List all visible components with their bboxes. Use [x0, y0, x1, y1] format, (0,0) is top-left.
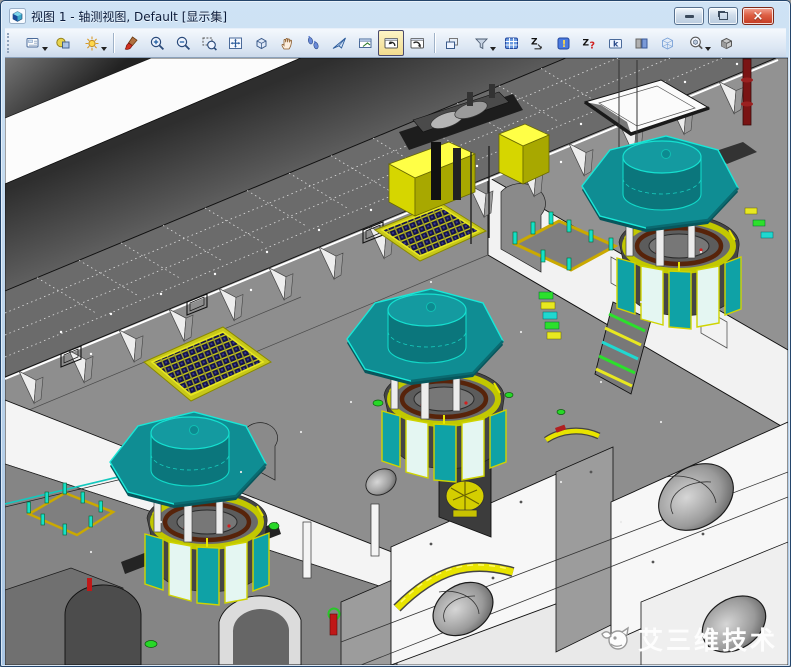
toolbar-button-view-cursor[interactable] — [352, 30, 378, 56]
yellow-box-2 — [499, 124, 549, 184]
minimize-button[interactable] — [674, 7, 704, 25]
toolbar-button-zoom-selected[interactable] — [680, 30, 713, 56]
toolbar-button-compare[interactable] — [628, 30, 654, 56]
axonometric-model-view[interactable] — [5, 58, 788, 665]
title-bar[interactable]: 视图 1 - 轴测视图, Default [显示集] × — [5, 4, 786, 28]
toolbar-button-arrange-views[interactable] — [439, 30, 465, 56]
dropdown-arrow-icon — [42, 47, 48, 51]
dropdown-arrow-icon — [101, 47, 107, 51]
svg-text:!: ! — [561, 39, 566, 50]
toolbar-button-shaded-cube[interactable] — [713, 30, 739, 56]
svg-text:Z: Z — [531, 37, 538, 47]
toolbar-separator — [434, 33, 435, 53]
dropdown-arrow-icon — [490, 47, 496, 51]
toolbar-button-fly[interactable] — [326, 30, 352, 56]
toolbar-button-zoom-out[interactable] — [170, 30, 196, 56]
toolbar-button-view-back[interactable] — [378, 30, 404, 56]
toolbar-button-selection-filter[interactable] — [465, 30, 498, 56]
toolbar-button-zoom-in[interactable] — [144, 30, 170, 56]
toolbar-button-zoom-all[interactable] — [222, 30, 248, 56]
dropdown-arrow-icon — [705, 47, 711, 51]
toolbar-button-zoom-window[interactable] — [196, 30, 222, 56]
toolbar-button-wire-cube[interactable] — [654, 30, 680, 56]
viewport-3d[interactable]: 艾三维技术 — [5, 57, 788, 665]
toolbar-button-pan[interactable] — [274, 30, 300, 56]
toolbar-button-walk[interactable] — [300, 30, 326, 56]
toolbar-grip[interactable] — [7, 33, 14, 53]
svg-text:k: k — [613, 39, 619, 48]
toolbar-separator — [113, 33, 114, 53]
toolbar-button-render-style[interactable] — [50, 30, 76, 56]
toolbar-button-lighting[interactable] — [76, 30, 109, 56]
toolbar-button-z-question[interactable]: Z? — [576, 30, 602, 56]
window-title: 视图 1 - 轴测视图, Default [显示集] — [31, 8, 227, 25]
toolbar-button-link-item[interactable]: k — [602, 30, 628, 56]
window-cube-icon — [9, 8, 26, 24]
restore-icon — [719, 12, 728, 20]
toolbar-button-review-flag[interactable]: ! — [550, 30, 576, 56]
toolbar-button-view-forward[interactable] — [404, 30, 430, 56]
restore-button[interactable] — [708, 7, 738, 25]
close-button[interactable]: × — [742, 7, 774, 25]
app-window: 视图 1 - 轴测视图, Default [显示集] × Z! Z? k — [0, 0, 791, 667]
toolbar-button-grid-plane[interactable] — [498, 30, 524, 56]
toolbar-button-paint[interactable] — [118, 30, 144, 56]
svg-text:Z: Z — [582, 38, 589, 48]
toolbar-button-sort-z[interactable]: Z — [524, 30, 550, 56]
close-icon: × — [753, 10, 764, 23]
view-toolbar: Z! Z? k — [5, 28, 786, 58]
toolbar-button-orbit-cube[interactable] — [248, 30, 274, 56]
minimize-icon — [685, 15, 694, 18]
toolbar-button-viewports[interactable] — [17, 30, 50, 56]
svg-text:?: ? — [589, 40, 595, 51]
window-controls: × — [674, 7, 786, 25]
